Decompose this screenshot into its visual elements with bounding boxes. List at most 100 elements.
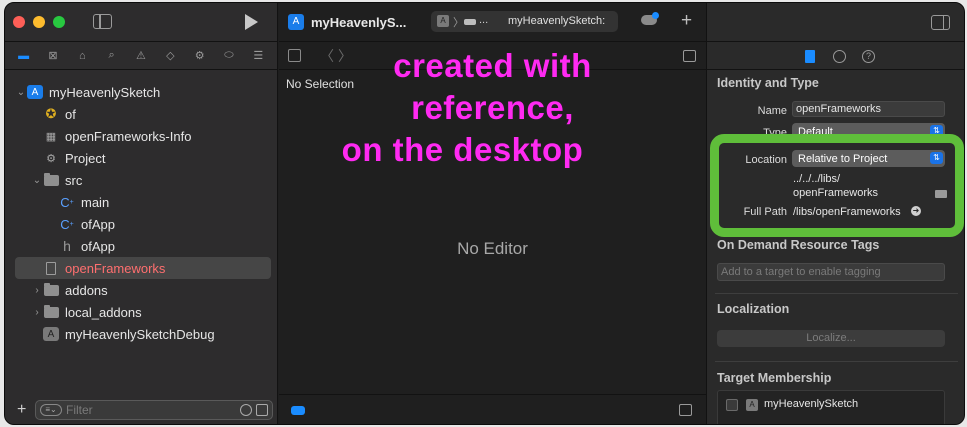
filter-field[interactable]: ≡⌄ Filter xyxy=(35,400,273,420)
tree-item[interactable]: h ofApp xyxy=(15,235,271,257)
editor-area: A myHeavenlyS... A 〉 ... myHeavenlySketc… xyxy=(279,3,706,424)
scm-filter-icon[interactable] xyxy=(256,404,268,416)
xcode-app-icon: A xyxy=(288,14,304,30)
debug-toggle-icon[interactable] xyxy=(291,406,305,415)
zoom-window-button[interactable] xyxy=(53,16,65,28)
tree-item-label: src xyxy=(65,172,83,188)
app-product-icon: A xyxy=(43,327,59,341)
folder-icon xyxy=(43,282,59,297)
section-divider xyxy=(715,361,958,362)
target-name: myHeavenlySketch xyxy=(764,398,859,410)
app-project-icon: A xyxy=(27,85,43,99)
breakpoint-navigator-icon[interactable]: ⬭ xyxy=(222,49,236,63)
plist-table-icon: ▦ xyxy=(45,130,57,143)
disclosure-open-icon[interactable]: ⌄ xyxy=(31,175,43,186)
identity-type-header: Identity and Type xyxy=(717,76,819,90)
symbol-navigator-icon[interactable]: ⌂ xyxy=(75,49,89,63)
minimize-window-button[interactable] xyxy=(33,16,45,28)
tree-item[interactable]: AmyHeavenlySketchDebug xyxy=(15,323,271,345)
disclosure-closed-icon[interactable]: › xyxy=(31,307,43,318)
disclosure-closed-icon[interactable]: › xyxy=(31,285,43,296)
odr-tags-header: On Demand Resource Tags xyxy=(717,238,880,252)
localization-header: Localization xyxy=(717,302,790,316)
tree-item[interactable]: ⌄ AmyHeavenlySketch xyxy=(15,81,271,103)
annotation-line-2: reference, xyxy=(411,89,574,126)
project-title: myHeavenlyS... xyxy=(311,15,407,30)
inspector-selector-bar: ? xyxy=(707,42,964,70)
navigator-selector-bar: ▬ ⊠ ⌂ ⌕ ⚠ ◇ ⚙ ⬭ ☰ xyxy=(5,42,277,70)
navigator-pane: ▬ ⊠ ⌂ ⌕ ⚠ ◇ ⚙ ⬭ ☰ ⌄ AmyHeavenlySketch ✪ of ▦… xyxy=(5,3,278,424)
tree-item-label: addons xyxy=(65,282,108,298)
tree-item[interactable]: openFrameworks xyxy=(15,257,271,279)
target-checkbox[interactable] xyxy=(726,399,738,411)
sidebar-toggle-icon[interactable] xyxy=(93,14,112,29)
inspector-toggle-icon[interactable] xyxy=(931,15,950,30)
debug-navigator-icon[interactable]: ⚙ xyxy=(193,49,207,63)
window-controls xyxy=(13,16,65,28)
breadcrumb-ellipsis: ... xyxy=(479,14,489,26)
run-button[interactable] xyxy=(245,14,258,30)
disclosure-open-icon[interactable]: ⌄ xyxy=(15,87,27,98)
odr-tags-field: Add to a target to enable tagging xyxy=(717,263,945,281)
test-navigator-icon[interactable]: ◇ xyxy=(163,49,177,63)
history-inspector-icon[interactable] xyxy=(833,50,846,63)
target-membership-header: Target Membership xyxy=(717,371,832,385)
gear-badge-icon: ✪ xyxy=(45,106,57,121)
target-membership-box: A myHeavenlySketch xyxy=(717,390,945,424)
odr-tags-placeholder: Add to a target to enable tagging xyxy=(721,266,881,278)
tree-item-label: ofApp xyxy=(81,216,115,232)
report-navigator-icon[interactable]: ☰ xyxy=(251,49,265,63)
tree-item[interactable]: ▦ openFrameworks-Info xyxy=(15,125,271,147)
tree-item-label: openFrameworks xyxy=(65,260,166,276)
gears-icon: ⚙ xyxy=(46,152,56,165)
tree-item[interactable]: ⚙ Project xyxy=(15,147,271,169)
tree-item-label: Project xyxy=(65,150,106,166)
scheme-app-icon: A xyxy=(437,15,449,27)
tree-item-label: myHeavenlySketchDebug xyxy=(65,326,215,342)
add-file-button[interactable]: + xyxy=(17,401,26,419)
debug-area-separator xyxy=(279,394,706,395)
highlight-annotation-box xyxy=(710,134,964,237)
name-label: Name xyxy=(757,105,787,117)
folder-icon xyxy=(43,304,59,319)
tree-item-label: main xyxy=(81,194,110,210)
tree-item[interactable]: ✪ of xyxy=(15,103,271,125)
source-control-navigator-icon[interactable]: ⊠ xyxy=(46,49,60,63)
name-field[interactable]: openFrameworks xyxy=(792,101,945,117)
header-file-icon: h xyxy=(63,238,71,254)
localize-button: Localize... xyxy=(717,330,945,347)
activity-cloud-icon xyxy=(641,12,659,25)
scheme-selector[interactable]: A 〉 ... myHeavenlySketch: xyxy=(431,11,618,32)
device-icon xyxy=(464,19,476,25)
no-editor-label: No Editor xyxy=(457,239,528,258)
filter-placeholder: Filter xyxy=(66,403,93,417)
folder-icon xyxy=(43,172,59,187)
annotation-line-3: on the desktop xyxy=(341,131,584,168)
annotation-line-1: created with xyxy=(393,47,592,84)
find-navigator-icon[interactable]: ⌕ xyxy=(105,49,119,63)
hide-debug-area-icon[interactable] xyxy=(679,404,692,416)
tree-item[interactable]: ⌄ src xyxy=(15,169,271,191)
file-inspector-icon[interactable] xyxy=(805,50,815,63)
tree-item[interactable]: › addons xyxy=(15,279,271,301)
issue-navigator-icon[interactable]: ⚠ xyxy=(134,49,148,63)
quick-help-icon[interactable]: ? xyxy=(862,50,875,63)
filter-options-icon[interactable]: ≡⌄ xyxy=(40,404,62,416)
project-navigator-icon[interactable]: ▬ xyxy=(17,49,31,63)
section-divider xyxy=(715,293,958,294)
tree-item[interactable]: C + ofApp xyxy=(15,213,271,235)
target-app-icon: A xyxy=(746,399,758,411)
cpp-file-icon: C + xyxy=(60,216,74,232)
add-tab-button[interactable]: + xyxy=(681,10,692,32)
tree-item[interactable]: C + main xyxy=(15,191,271,213)
document-icon xyxy=(43,261,59,275)
name-field-value: openFrameworks xyxy=(796,103,881,115)
recent-files-icon[interactable] xyxy=(240,404,252,416)
tree-item-label: ofApp xyxy=(81,238,115,254)
cpp-file-icon: C + xyxy=(60,194,74,210)
tree-item-label: openFrameworks-Info xyxy=(65,128,192,144)
close-window-button[interactable] xyxy=(13,16,25,28)
tree-item[interactable]: › local_addons xyxy=(15,301,271,323)
tree-item-label: of xyxy=(65,106,76,122)
breadcrumb-chevron-icon: 〉 xyxy=(453,17,464,29)
